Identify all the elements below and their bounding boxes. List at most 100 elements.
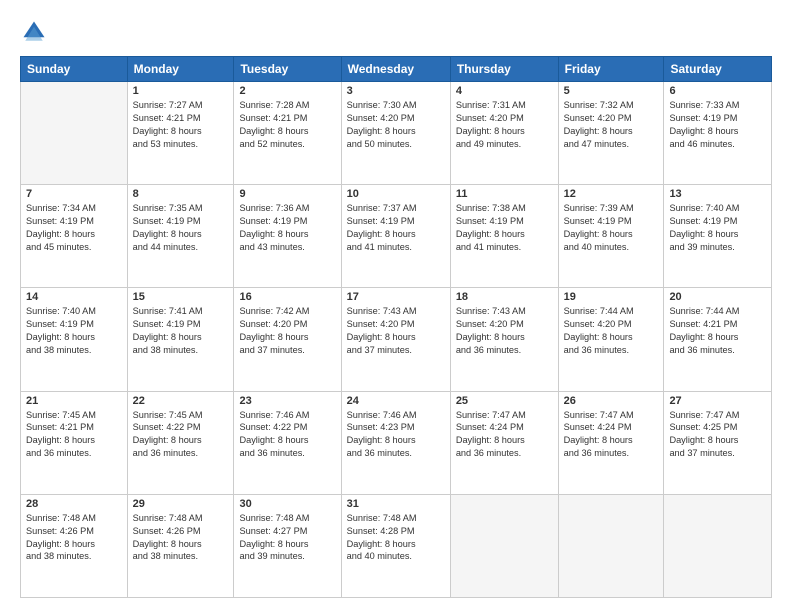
calendar-cell: 19Sunrise: 7:44 AM Sunset: 4:20 PM Dayli… bbox=[558, 288, 664, 391]
calendar-cell bbox=[450, 494, 558, 597]
day-number: 10 bbox=[347, 188, 445, 200]
cell-details: Sunrise: 7:31 AM Sunset: 4:20 PM Dayligh… bbox=[456, 99, 553, 151]
calendar-cell: 14 Sunrise: 7:40 AM Sunset: 4:19 PM Dayli… bbox=[21, 288, 128, 391]
cell-details: Sunrise: 7:37 AM Sunset: 4:19 PM Dayligh… bbox=[347, 202, 445, 254]
calendar-cell: 15 Sunrise: 7:41 AM Sunset: 4:19 PM Dayli… bbox=[127, 288, 234, 391]
cell-details: Sunrise: 7:27 AM Sunset: 4:21 PM Dayligh… bbox=[133, 99, 229, 151]
calendar-cell: 27Sunrise: 7:47 AM Sunset: 4:25 PM Dayli… bbox=[664, 391, 772, 494]
cell-details: Sunrise: 7:40 AM Sunset: 4:19 PM Dayligh… bbox=[26, 305, 122, 357]
calendar-cell bbox=[664, 494, 772, 597]
calendar-cell: 21 Sunrise: 7:45 AM Sunset: 4:21 PM Dayli… bbox=[21, 391, 128, 494]
calendar-cell: 2 Sunrise: 7:28 AM Sunset: 4:21 PM Daylig… bbox=[234, 82, 341, 185]
calendar-cell: 24 Sunrise: 7:46 AM Sunset: 4:23 PM Dayli… bbox=[341, 391, 450, 494]
calendar-week-3: 21 Sunrise: 7:45 AM Sunset: 4:21 PM Dayli… bbox=[21, 391, 772, 494]
cell-details: Sunrise: 7:45 AM Sunset: 4:22 PM Dayligh… bbox=[133, 409, 229, 461]
cell-details: Sunrise: 7:35 AM Sunset: 4:19 PM Dayligh… bbox=[133, 202, 229, 254]
day-number: 6 bbox=[669, 85, 766, 97]
day-header-friday: Friday bbox=[558, 57, 664, 82]
day-number: 8 bbox=[133, 188, 229, 200]
logo-icon bbox=[20, 18, 48, 46]
day-number: 14 bbox=[26, 291, 122, 303]
calendar-cell: 22 Sunrise: 7:45 AM Sunset: 4:22 PM Dayli… bbox=[127, 391, 234, 494]
day-number: 22 bbox=[133, 395, 229, 407]
day-number: 2 bbox=[239, 85, 335, 97]
day-number: 11 bbox=[456, 188, 553, 200]
day-number: 21 bbox=[26, 395, 122, 407]
day-number: 27 bbox=[669, 395, 766, 407]
calendar-cell: 5 Sunrise: 7:32 AM Sunset: 4:20 PM Daylig… bbox=[558, 82, 664, 185]
calendar-cell: 23Sunrise: 7:46 AM Sunset: 4:22 PM Dayli… bbox=[234, 391, 341, 494]
calendar-cell: 4 Sunrise: 7:31 AM Sunset: 4:20 PM Daylig… bbox=[450, 82, 558, 185]
calendar-week-2: 14 Sunrise: 7:40 AM Sunset: 4:19 PM Dayli… bbox=[21, 288, 772, 391]
calendar-cell: 8 Sunrise: 7:35 AM Sunset: 4:19 PM Daylig… bbox=[127, 185, 234, 288]
cell-details: Sunrise: 7:33 AM Sunset: 4:19 PM Dayligh… bbox=[669, 99, 766, 151]
calendar-week-0: 1 Sunrise: 7:27 AM Sunset: 4:21 PM Daylig… bbox=[21, 82, 772, 185]
cell-details: Sunrise: 7:48 AM Sunset: 4:26 PM Dayligh… bbox=[133, 512, 229, 564]
day-number: 24 bbox=[347, 395, 445, 407]
day-number: 26 bbox=[564, 395, 659, 407]
day-number: 13 bbox=[669, 188, 766, 200]
cell-details: Sunrise: 7:38 AM Sunset: 4:19 PM Dayligh… bbox=[456, 202, 553, 254]
calendar-cell: 31 Sunrise: 7:48 AM Sunset: 4:28 PM Dayli… bbox=[341, 494, 450, 597]
calendar-cell: 29 Sunrise: 7:48 AM Sunset: 4:26 PM Dayli… bbox=[127, 494, 234, 597]
day-number: 12 bbox=[564, 188, 659, 200]
day-number: 16 bbox=[239, 291, 335, 303]
cell-details: Sunrise: 7:28 AM Sunset: 4:21 PM Dayligh… bbox=[239, 99, 335, 151]
day-number: 29 bbox=[133, 498, 229, 510]
cell-details: Sunrise: 7:34 AM Sunset: 4:19 PM Dayligh… bbox=[26, 202, 122, 254]
cell-details: Sunrise: 7:43 AM Sunset: 4:20 PM Dayligh… bbox=[456, 305, 553, 357]
calendar-header-row: SundayMondayTuesdayWednesdayThursdayFrid… bbox=[21, 57, 772, 82]
day-header-sunday: Sunday bbox=[21, 57, 128, 82]
day-number: 4 bbox=[456, 85, 553, 97]
calendar-cell bbox=[21, 82, 128, 185]
day-number: 25 bbox=[456, 395, 553, 407]
day-header-wednesday: Wednesday bbox=[341, 57, 450, 82]
day-number: 28 bbox=[26, 498, 122, 510]
day-header-saturday: Saturday bbox=[664, 57, 772, 82]
day-header-thursday: Thursday bbox=[450, 57, 558, 82]
cell-details: Sunrise: 7:48 AM Sunset: 4:28 PM Dayligh… bbox=[347, 512, 445, 564]
calendar-cell: 25Sunrise: 7:47 AM Sunset: 4:24 PM Dayli… bbox=[450, 391, 558, 494]
day-number: 31 bbox=[347, 498, 445, 510]
calendar-cell: 13Sunrise: 7:40 AM Sunset: 4:19 PM Dayli… bbox=[664, 185, 772, 288]
day-number: 18 bbox=[456, 291, 553, 303]
day-number: 19 bbox=[564, 291, 659, 303]
cell-details: Sunrise: 7:48 AM Sunset: 4:26 PM Dayligh… bbox=[26, 512, 122, 564]
day-number: 30 bbox=[239, 498, 335, 510]
page: SundayMondayTuesdayWednesdayThursdayFrid… bbox=[0, 0, 792, 612]
header bbox=[20, 18, 772, 46]
calendar-week-4: 28 Sunrise: 7:48 AM Sunset: 4:26 PM Dayli… bbox=[21, 494, 772, 597]
cell-details: Sunrise: 7:36 AM Sunset: 4:19 PM Dayligh… bbox=[239, 202, 335, 254]
calendar-cell: 12Sunrise: 7:39 AM Sunset: 4:19 PM Dayli… bbox=[558, 185, 664, 288]
cell-details: Sunrise: 7:48 AM Sunset: 4:27 PM Dayligh… bbox=[239, 512, 335, 564]
calendar-cell: 9 Sunrise: 7:36 AM Sunset: 4:19 PM Daylig… bbox=[234, 185, 341, 288]
day-header-tuesday: Tuesday bbox=[234, 57, 341, 82]
logo bbox=[20, 18, 52, 46]
calendar-week-1: 7 Sunrise: 7:34 AM Sunset: 4:19 PM Daylig… bbox=[21, 185, 772, 288]
day-number: 17 bbox=[347, 291, 445, 303]
calendar-cell: 26 Sunrise: 7:47 AM Sunset: 4:24 PM Dayli… bbox=[558, 391, 664, 494]
day-number: 7 bbox=[26, 188, 122, 200]
cell-details: Sunrise: 7:46 AM Sunset: 4:23 PM Dayligh… bbox=[347, 409, 445, 461]
cell-details: Sunrise: 7:47 AM Sunset: 4:24 PM Dayligh… bbox=[564, 409, 659, 461]
day-number: 9 bbox=[239, 188, 335, 200]
day-number: 15 bbox=[133, 291, 229, 303]
calendar-cell: 6 Sunrise: 7:33 AM Sunset: 4:19 PM Daylig… bbox=[664, 82, 772, 185]
cell-details: Sunrise: 7:45 AM Sunset: 4:21 PM Dayligh… bbox=[26, 409, 122, 461]
calendar-cell: 10 Sunrise: 7:37 AM Sunset: 4:19 PM Dayli… bbox=[341, 185, 450, 288]
calendar-cell: 18 Sunrise: 7:43 AM Sunset: 4:20 PM Dayli… bbox=[450, 288, 558, 391]
calendar-cell: 1 Sunrise: 7:27 AM Sunset: 4:21 PM Daylig… bbox=[127, 82, 234, 185]
calendar-cell: 28 Sunrise: 7:48 AM Sunset: 4:26 PM Dayli… bbox=[21, 494, 128, 597]
cell-details: Sunrise: 7:42 AM Sunset: 4:20 PM Dayligh… bbox=[239, 305, 335, 357]
day-number: 5 bbox=[564, 85, 659, 97]
calendar-cell: 30 Sunrise: 7:48 AM Sunset: 4:27 PM Dayli… bbox=[234, 494, 341, 597]
cell-details: Sunrise: 7:44 AM Sunset: 4:21 PM Dayligh… bbox=[669, 305, 766, 357]
day-number: 1 bbox=[133, 85, 229, 97]
day-number: 3 bbox=[347, 85, 445, 97]
calendar-cell: 7 Sunrise: 7:34 AM Sunset: 4:19 PM Daylig… bbox=[21, 185, 128, 288]
cell-details: Sunrise: 7:30 AM Sunset: 4:20 PM Dayligh… bbox=[347, 99, 445, 151]
day-header-monday: Monday bbox=[127, 57, 234, 82]
cell-details: Sunrise: 7:41 AM Sunset: 4:19 PM Dayligh… bbox=[133, 305, 229, 357]
cell-details: Sunrise: 7:32 AM Sunset: 4:20 PM Dayligh… bbox=[564, 99, 659, 151]
calendar: SundayMondayTuesdayWednesdayThursdayFrid… bbox=[20, 56, 772, 598]
